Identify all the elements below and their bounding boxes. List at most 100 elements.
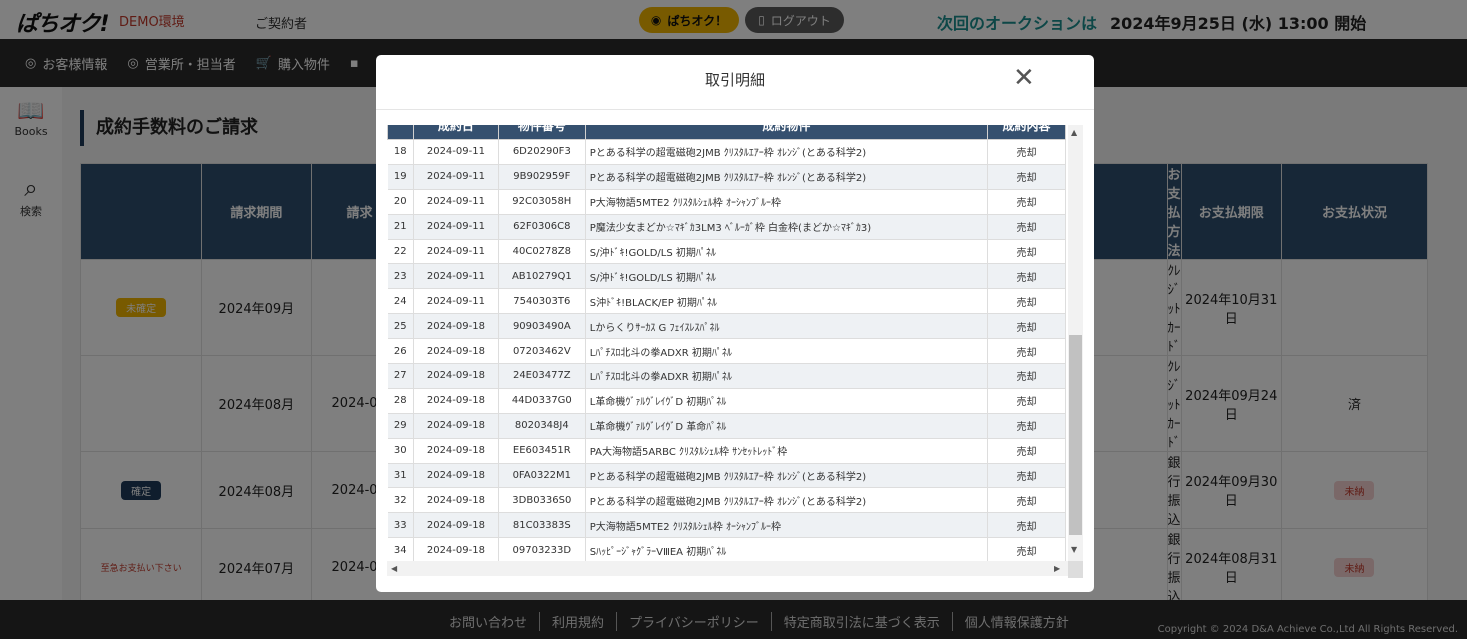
item-name-cell: P大海物語5MTE2 ｸﾘｽﾀﾙｼｪﾙ枠 ｵｰｼｬﾝﾌﾞﾙｰ枠	[585, 512, 989, 539]
date-cell: 2024-09-18	[413, 512, 499, 539]
item-name-cell: S/沖ﾄﾞｷ!GOLD/LS 初期ﾊﾟﾈﾙ	[585, 263, 989, 290]
row-number-cell: 27	[387, 363, 414, 389]
row-number-cell: 34	[387, 537, 414, 564]
column-header: 物件番号	[497, 125, 586, 140]
date-cell: 2024-09-18	[413, 438, 499, 464]
row-number-cell: 20	[387, 189, 414, 215]
deal-type-cell: 売却	[987, 139, 1066, 165]
modal-divider	[376, 109, 1094, 110]
detail-row[interactable]: 27 2024-09-18 24E03477Z Lﾊﾟﾁｽﾛ北斗の拳ADXR 初期ﾊﾟ…	[387, 363, 1066, 389]
item-id-cell: 81C03383S	[498, 512, 586, 539]
date-cell: 2024-09-11	[413, 263, 499, 290]
detail-row[interactable]: 34 2024-09-18 09703233D SﾊｯﾋﾟｰｼﾞｬｸﾞﾗｰVⅢEA 初…	[387, 537, 1066, 564]
deal-type-cell: 売却	[987, 338, 1066, 365]
deal-type-cell: 売却	[987, 438, 1066, 464]
scroll-right-icon[interactable]: ▶	[1054, 564, 1060, 573]
close-icon[interactable]: ✕	[1013, 65, 1035, 91]
date-cell: 2024-09-11	[413, 288, 499, 315]
deal-type-cell: 売却	[987, 487, 1066, 514]
item-id-cell: 9B902959F	[498, 164, 586, 190]
deal-type-cell: 売却	[987, 214, 1066, 240]
detail-row[interactable]: 25 2024-09-18 90903490A Lからくりｻｰｶｽ G ﾌｪｲｽﾚｽﾊ…	[387, 313, 1066, 340]
deal-type-cell: 売却	[987, 288, 1066, 315]
item-name-cell: Pとある科学の超電磁砲2JMB ｸﾘｽﾀﾙｴｱｰ枠 ｵﾚﾝｼﾞ(とある科学2)	[585, 463, 989, 489]
detail-row[interactable]: 28 2024-09-18 44D0337G0 L革命機ｳﾞｧﾙｳﾞﾚｲｳﾞD 初期ﾊ…	[387, 388, 1066, 414]
row-number-cell: 33	[387, 512, 414, 539]
item-id-cell: 8020348J4	[498, 413, 586, 439]
detail-table: 成約日 物件番号 成約物件 成約内容 18 2024-09-11 6D20290F3…	[387, 125, 1066, 564]
detail-row[interactable]: 29 2024-09-18 8020348J4 L革命機ｳﾞｧﾙｳﾞﾚｲｳﾞD 革命ﾊ…	[387, 413, 1066, 439]
row-number-cell: 26	[387, 338, 414, 365]
detail-row[interactable]: 19 2024-09-11 9B902959F Pとある科学の超電磁砲2JMB ｸﾘｽ…	[387, 164, 1066, 190]
column-header: 成約内容	[987, 125, 1066, 140]
row-number-cell: 32	[387, 487, 414, 514]
detail-row[interactable]: 30 2024-09-18 EE603451R PA大海物語5ARBC ｸﾘｽﾀﾙｼｪ…	[387, 438, 1066, 464]
horizontal-scrollbar[interactable]: ◀ ▶	[387, 561, 1068, 576]
item-name-cell: PA大海物語5ARBC ｸﾘｽﾀﾙｼｪﾙ枠 ｻﾝｾｯﾄﾚｯﾄﾞ枠	[585, 438, 989, 464]
vertical-scrollbar[interactable]: ▲ ▼	[1068, 125, 1083, 561]
item-id-cell: 40C0278Z8	[498, 239, 586, 265]
row-number-cell: 23	[387, 263, 414, 290]
scroll-up-icon[interactable]: ▲	[1071, 128, 1077, 137]
item-name-cell: Pとある科学の超電磁砲2JMB ｸﾘｽﾀﾙｴｱｰ枠 ｵﾚﾝｼﾞ(とある科学2)	[585, 487, 989, 514]
item-id-cell: 90903490A	[498, 313, 586, 340]
item-name-cell: Lﾊﾟﾁｽﾛ北斗の拳ADXR 初期ﾊﾟﾈﾙ	[585, 338, 989, 365]
scroll-left-icon[interactable]: ◀	[391, 564, 397, 573]
item-name-cell: S/沖ﾄﾞｷ!GOLD/LS 初期ﾊﾟﾈﾙ	[585, 239, 989, 265]
row-number-cell: 31	[387, 463, 414, 489]
detail-row[interactable]: 24 2024-09-11 7540303T6 S沖ﾄﾞｷ!BLACK/EP 初期ﾊﾟ…	[387, 288, 1066, 315]
date-cell: 2024-09-11	[413, 164, 499, 190]
item-name-cell: S沖ﾄﾞｷ!BLACK/EP 初期ﾊﾟﾈﾙ	[585, 288, 989, 315]
column-header: 成約物件	[584, 125, 989, 140]
date-cell: 2024-09-18	[413, 338, 499, 365]
row-number-cell: 25	[387, 313, 414, 340]
deal-type-cell: 売却	[987, 512, 1066, 539]
item-name-cell: Pとある科学の超電磁砲2JMB ｸﾘｽﾀﾙｴｱｰ枠 ｵﾚﾝｼﾞ(とある科学2)	[585, 164, 989, 190]
detail-row[interactable]: 23 2024-09-11 AB10279Q1 S/沖ﾄﾞｷ!GOLD/LS 初期ﾊﾟ…	[387, 263, 1066, 290]
deal-type-cell: 売却	[987, 537, 1066, 564]
deal-type-cell: 売却	[987, 239, 1066, 265]
deal-type-cell: 売却	[987, 313, 1066, 340]
detail-row[interactable]: 31 2024-09-18 0FA0322M1 Pとある科学の超電磁砲2JMB ｸﾘｽ…	[387, 463, 1066, 489]
deal-type-cell: 売却	[987, 263, 1066, 290]
deal-type-cell: 売却	[987, 388, 1066, 414]
item-name-cell: Lﾊﾟﾁｽﾛ北斗の拳ADXR 初期ﾊﾟﾈﾙ	[585, 363, 989, 389]
item-id-cell: 07203462V	[498, 338, 586, 365]
scrollbar-thumb[interactable]	[1069, 335, 1082, 535]
detail-row[interactable]: 18 2024-09-11 6D20290F3 Pとある科学の超電磁砲2JMB ｸﾘｽ…	[387, 139, 1066, 165]
item-name-cell: P大海物語5MTE2 ｸﾘｽﾀﾙｼｪﾙ枠 ｵｰｼｬﾝﾌﾞﾙｰ枠	[585, 189, 989, 215]
date-cell: 2024-09-18	[413, 363, 499, 389]
date-cell: 2024-09-18	[413, 537, 499, 564]
row-number-cell: 30	[387, 438, 414, 464]
deal-type-cell: 売却	[987, 463, 1066, 489]
row-number-cell: 28	[387, 388, 414, 414]
scroll-down-icon[interactable]: ▼	[1071, 545, 1077, 554]
transaction-detail-modal: 取引明細 ✕ 成約日 物件番号 成約物件 成約内容 18 2024-09-11 6D…	[376, 55, 1094, 592]
item-name-cell: P魔法少女まどか☆ﾏｷﾞｶ3LM3 ﾍﾞﾙｰｶﾞ枠 白金枠(まどか☆ﾏｷﾞｶ3)	[585, 214, 989, 240]
date-cell: 2024-09-18	[413, 313, 499, 340]
item-name-cell: SﾊｯﾋﾟｰｼﾞｬｸﾞﾗｰVⅢEA 初期ﾊﾟﾈﾙ	[585, 537, 989, 564]
item-id-cell: 92C03058H	[498, 189, 586, 215]
scrollbar-corner	[1068, 561, 1083, 578]
detail-row[interactable]: 33 2024-09-18 81C03383S P大海物語5MTE2 ｸﾘｽﾀﾙｼｪﾙ…	[387, 512, 1066, 539]
detail-header-row: 成約日 物件番号 成約物件 成約内容	[387, 125, 1066, 140]
date-cell: 2024-09-11	[413, 239, 499, 265]
detail-table-body: 18 2024-09-11 6D20290F3 Pとある科学の超電磁砲2JMB ｸﾘｽ…	[387, 139, 1066, 564]
item-id-cell: 62F0306C8	[498, 214, 586, 240]
detail-table-scroll-area[interactable]: 成約日 物件番号 成約物件 成約内容 18 2024-09-11 6D20290F3…	[387, 125, 1083, 578]
detail-row[interactable]: 32 2024-09-18 3DB0336S0 Pとある科学の超電磁砲2JMB ｸﾘｽ…	[387, 487, 1066, 514]
deal-type-cell: 売却	[987, 164, 1066, 190]
item-id-cell: AB10279Q1	[498, 263, 586, 290]
date-cell: 2024-09-18	[413, 487, 499, 514]
detail-row[interactable]: 21 2024-09-11 62F0306C8 P魔法少女まどか☆ﾏｷﾞｶ3LM3 ﾍ…	[387, 214, 1066, 240]
date-cell: 2024-09-11	[413, 214, 499, 240]
row-number-cell: 18	[387, 139, 414, 165]
item-name-cell: L革命機ｳﾞｧﾙｳﾞﾚｲｳﾞD 革命ﾊﾟﾈﾙ	[585, 413, 989, 439]
modal-title: 取引明細	[704, 71, 765, 89]
detail-row[interactable]: 26 2024-09-18 07203462V Lﾊﾟﾁｽﾛ北斗の拳ADXR 初期ﾊﾟ…	[387, 338, 1066, 365]
detail-row[interactable]: 22 2024-09-11 40C0278Z8 S/沖ﾄﾞｷ!GOLD/LS 初期ﾊﾟ…	[387, 239, 1066, 265]
detail-row[interactable]: 20 2024-09-11 92C03058H P大海物語5MTE2 ｸﾘｽﾀﾙｼｪﾙ…	[387, 189, 1066, 215]
date-cell: 2024-09-11	[413, 189, 499, 215]
date-cell: 2024-09-18	[413, 413, 499, 439]
item-name-cell: Pとある科学の超電磁砲2JMB ｸﾘｽﾀﾙｴｱｰ枠 ｵﾚﾝｼﾞ(とある科学2)	[585, 139, 989, 165]
